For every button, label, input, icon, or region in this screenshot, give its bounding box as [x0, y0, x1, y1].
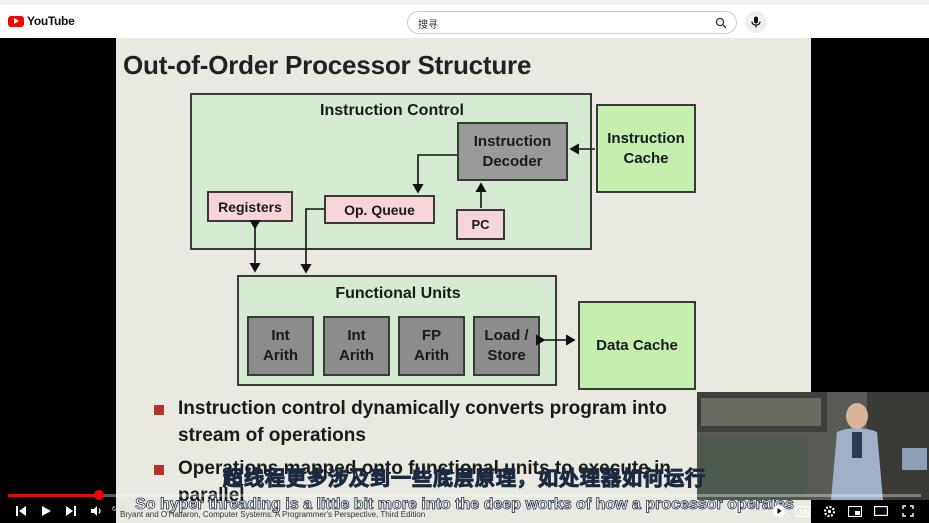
bullet-text: stream of operations [178, 425, 366, 446]
autoplay-icon[interactable] [770, 502, 788, 520]
mic-icon[interactable] [745, 11, 767, 33]
bullet-text: Instruction control dynamically converts… [178, 398, 667, 419]
next-icon[interactable] [62, 502, 80, 520]
theater-icon[interactable] [872, 502, 890, 520]
volume-icon[interactable] [87, 502, 105, 520]
player-controls: 6:29 / 1:05:55 [0, 500, 929, 523]
youtube-logo[interactable]: YouTube [8, 14, 75, 28]
miniplayer-icon[interactable] [846, 502, 864, 520]
fullscreen-icon[interactable] [899, 502, 917, 520]
settings-icon[interactable] [820, 502, 838, 520]
logo-text: YouTube [27, 14, 75, 28]
diagram-arrows [249, 143, 595, 346]
search-box[interactable] [407, 11, 737, 34]
header-bar: YouTube [0, 0, 929, 38]
bullet-marker [154, 405, 164, 415]
youtube-play-icon [8, 15, 24, 27]
play-icon[interactable] [37, 502, 55, 520]
search-icon[interactable] [712, 14, 730, 31]
captions-icon[interactable] [794, 502, 812, 520]
prev-icon[interactable] [12, 502, 30, 520]
subtitle-chinese: 超线程更多涉及到一些底层原理，如处理器如何运行 [223, 468, 706, 491]
progress-bar[interactable] [8, 494, 921, 497]
time-display: 6:29 / 1:05:55 [112, 506, 155, 513]
browser-strip [0, 0, 929, 5]
search-input[interactable] [416, 14, 700, 32]
progress-fill [8, 494, 100, 497]
